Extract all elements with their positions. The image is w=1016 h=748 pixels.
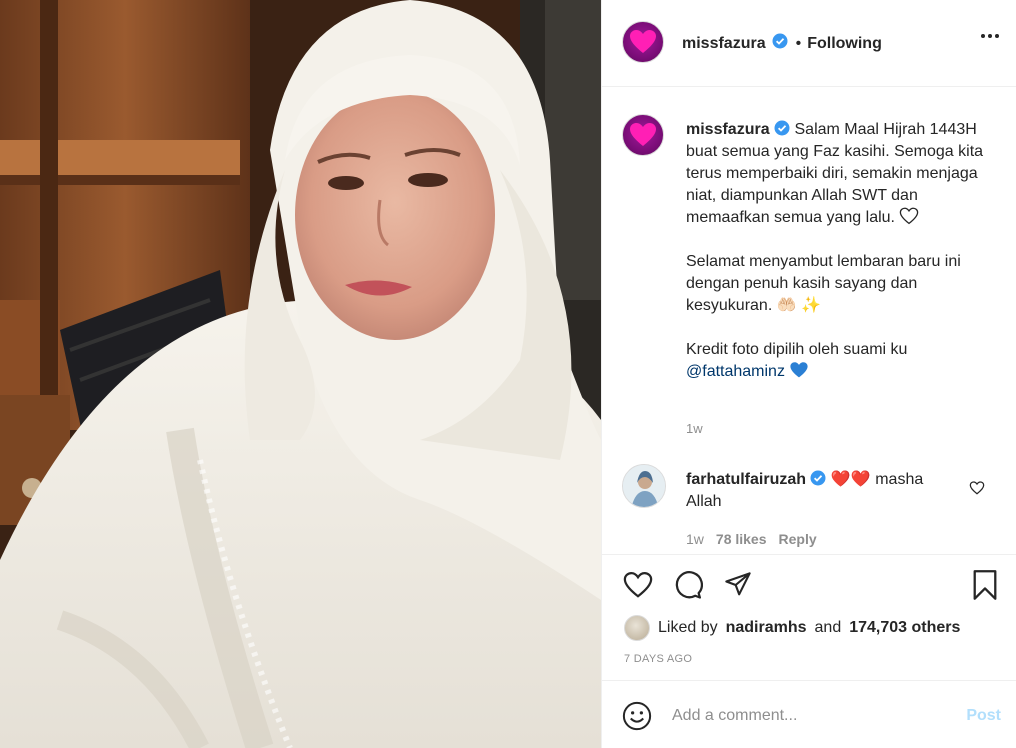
liked-by-user[interactable]: nadiramhs: [726, 619, 807, 637]
post-details-panel: missfazura • Following missfazura Salam …: [601, 0, 1016, 748]
comments-scroll-area[interactable]: missfazura Salam Maal Hijrah 1443H buat …: [602, 88, 1016, 554]
like-heart-icon[interactable]: [622, 569, 654, 601]
verified-badge-icon: [774, 120, 790, 136]
caption-timestamp[interactable]: 1w: [686, 421, 703, 436]
post-comment-button[interactable]: Post: [966, 707, 1001, 725]
separator-dot: •: [795, 34, 802, 52]
comment-meta: 1w 78 likes Reply: [686, 531, 817, 547]
verified-badge-icon: [772, 33, 788, 54]
post-photo[interactable]: [0, 0, 601, 748]
bookmark-save-icon[interactable]: [971, 569, 1003, 601]
liked-by-row: Liked by nadiramhs and 174,703 others: [624, 615, 960, 641]
caption-paragraph-2: Selamat menyambut lembaran baru ini deng…: [686, 253, 961, 314]
liker-avatar[interactable]: [624, 615, 650, 641]
header-username[interactable]: missfazura: [682, 35, 766, 53]
posted-time[interactable]: 7 DAYS AGO: [624, 653, 692, 665]
more-options-icon[interactable]: [981, 34, 999, 38]
mention-link[interactable]: @fattahaminz: [686, 363, 785, 380]
post-actions: Liked by nadiramhs and 174,703 others 7 …: [602, 554, 1016, 665]
blue-heart-emoji-icon: [790, 362, 808, 378]
share-send-icon[interactable]: [722, 569, 754, 601]
comment-emoji: ❤️❤️: [830, 471, 871, 488]
add-comment-bar: Post: [602, 680, 1016, 748]
action-icons-row: [622, 569, 754, 601]
header-username-row: missfazura • Following: [682, 33, 882, 54]
reply-button[interactable]: Reply: [779, 531, 817, 547]
commenter-avatar[interactable]: [622, 464, 666, 508]
add-comment-input[interactable]: [672, 703, 952, 729]
commenter-username[interactable]: farhatulfairuzah: [686, 471, 806, 488]
liked-by-label: Liked by: [658, 619, 718, 636]
and-label: and: [814, 619, 842, 636]
caption-paragraph-3: Kredit foto dipilih oleh suami ku: [686, 341, 908, 358]
selfie-image: [0, 0, 601, 748]
caption-avatar-heart-icon[interactable]: [622, 114, 664, 156]
heart-avatar-icon[interactable]: [622, 21, 664, 63]
comment-like-icon[interactable]: [969, 481, 985, 500]
comment-bubble-icon[interactable]: [672, 569, 704, 601]
verified-badge-icon: [810, 470, 826, 486]
post-header: missfazura • Following: [602, 0, 1016, 87]
post-caption: missfazura Salam Maal Hijrah 1443H buat …: [686, 119, 986, 405]
emoji-smiley-icon[interactable]: [622, 701, 652, 731]
comment-likes-count[interactable]: 78 likes: [716, 531, 767, 547]
following-button[interactable]: Following: [807, 35, 882, 53]
caption-username[interactable]: missfazura: [686, 121, 770, 138]
white-heart-emoji-icon: [900, 207, 919, 225]
caption-emoji: 🤲🏻 ✨: [776, 297, 822, 314]
comment-body: farhatulfairuzah ❤️❤️ masha Allah: [686, 469, 956, 513]
comment-timestamp[interactable]: 1w: [686, 531, 704, 547]
others-likes-count[interactable]: 174,703 others: [849, 619, 960, 637]
